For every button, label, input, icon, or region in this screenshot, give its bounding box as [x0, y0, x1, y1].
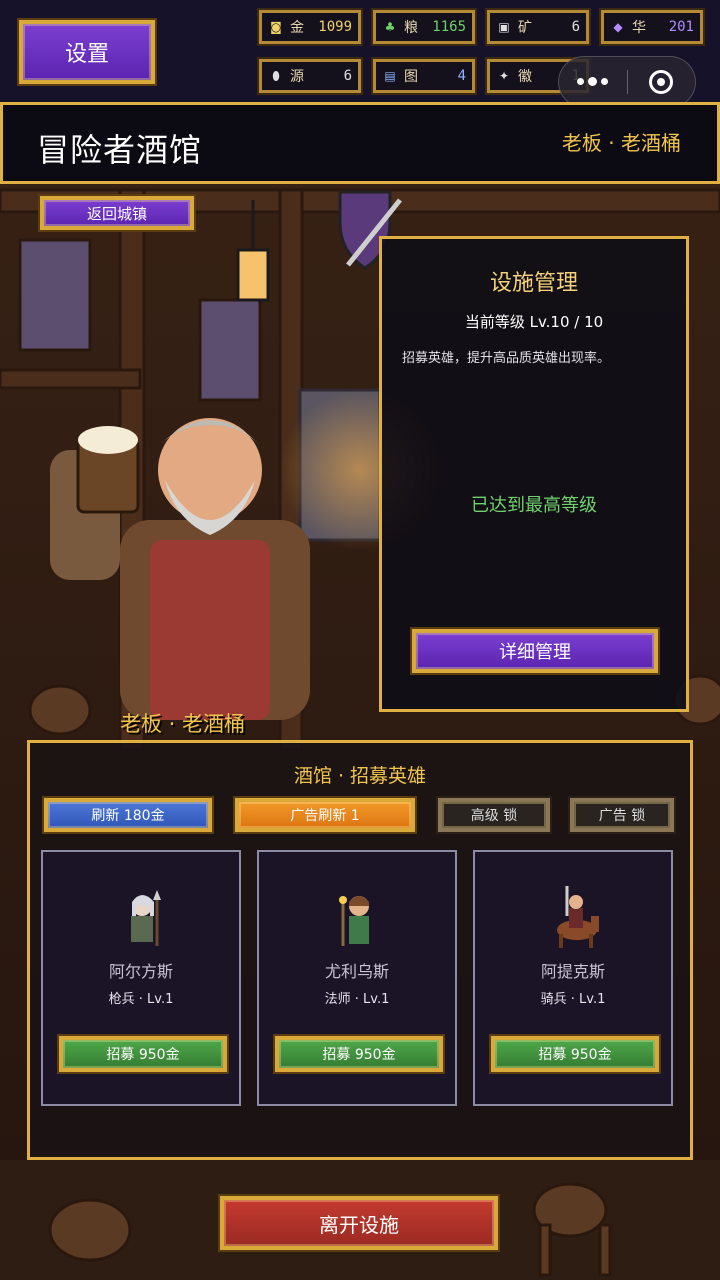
detail-manage-label: 详细管理: [499, 642, 571, 663]
resource-name: 金: [290, 20, 304, 36]
npc-name-label: 老板 · 老酒桶: [120, 712, 246, 736]
recruit-hero-button[interactable]: 招募 950金: [57, 1034, 229, 1074]
recruit-hero-label: 招募 950金: [322, 1047, 396, 1063]
leave-facility-button[interactable]: 离开设施: [218, 1194, 500, 1252]
settings-button[interactable]: 设置: [17, 18, 157, 86]
cavalry-sprite: [557, 886, 599, 948]
facility-title: 设施管理: [489, 271, 578, 296]
hero-class-level: 法师 · Lv.1: [324, 992, 390, 1007]
gold-coin-icon: ◙: [270, 20, 282, 34]
hero-class-level: 骑兵 · Lv.1: [540, 992, 606, 1007]
resource-chip-2: ▣ 矿 6: [485, 8, 591, 46]
facility-panel: 设施管理 当前等级 Lv.10 / 10 招募英雄，提升高品质英雄出现率。 已达…: [379, 236, 689, 712]
back-to-town-label: 返回城镇: [86, 204, 147, 223]
resource-value: 4: [457, 68, 466, 84]
detail-manage-button[interactable]: 详细管理: [410, 627, 660, 675]
grain-sack-icon: ♣: [384, 20, 396, 34]
hero-card: 阿提克斯 骑兵 · Lv.1 招募 950金: [473, 850, 673, 1106]
resource-value: 6: [571, 19, 580, 35]
hero-name: 阿提克斯: [540, 962, 605, 981]
recruit-title: 酒馆 · 招募英雄: [293, 765, 427, 787]
ad-refresh-label: 广告刷新 1: [290, 808, 360, 824]
resource-chip-0: ◙ 金 1099: [257, 8, 363, 46]
facility-level: 当前等级 Lv.10 / 10: [464, 313, 604, 331]
facility-description: 招募英雄，提升高品质英雄出现率。: [402, 351, 611, 366]
miniapp-capsule: [558, 56, 696, 108]
owner-label: 老板 · 老酒桶: [561, 131, 681, 155]
hero-card: 尤利乌斯 法师 · Lv.1 招募 950金: [257, 850, 457, 1106]
leave-facility-label: 离开设施: [319, 1212, 399, 1237]
ad-refresh-button[interactable]: 广告刷新 1: [233, 796, 417, 834]
recruit-hero-label: 招募 950金: [106, 1047, 180, 1063]
spearman-sprite: [131, 890, 161, 946]
resource-value: 6: [343, 68, 352, 84]
refresh-button[interactable]: 刷新 180金: [42, 796, 214, 834]
resource-chip-5: ▤ 图 4: [371, 57, 477, 95]
advanced-label: 高级 锁: [470, 808, 518, 824]
resource-name: 粮: [404, 20, 418, 36]
more-icon[interactable]: [559, 77, 627, 86]
recruit-hero-button[interactable]: 招募 950金: [273, 1034, 445, 1074]
close-miniapp-icon[interactable]: [628, 70, 696, 94]
crystal-icon: ◆: [613, 20, 623, 34]
recruit-hero-label: 招募 950金: [538, 1047, 612, 1063]
ore-icon: ▣: [498, 20, 510, 34]
advanced-recruit-button[interactable]: 高级 锁: [436, 796, 552, 834]
page-title: 冒险者酒馆: [37, 131, 203, 169]
emblem-icon: ✦: [498, 69, 510, 83]
hero-card: 阿尔方斯 枪兵 · Lv.1 招募 950金: [41, 850, 241, 1106]
resource-name: 图: [404, 69, 418, 85]
title-bar: 冒险者酒馆 老板 · 老酒桶: [0, 102, 720, 184]
max-level-text: 已达到最高等级: [471, 495, 597, 516]
refresh-label: 刷新 180金: [91, 808, 165, 824]
resource-name: 源: [290, 69, 304, 85]
resource-value: 1165: [432, 19, 466, 35]
recruit-hero-button[interactable]: 招募 950金: [489, 1034, 661, 1074]
hero-name: 阿尔方斯: [108, 962, 173, 981]
resource-name: 徽: [518, 69, 532, 85]
hero-name: 尤利乌斯: [324, 962, 389, 981]
resource-chip-1: ♣ 粮 1165: [371, 8, 477, 46]
recruit-panel: 酒馆 · 招募英雄 刷新 180金 广告刷新 1 高级 锁 广告 锁 阿尔方斯 …: [27, 740, 693, 1160]
resource-name: 华: [632, 20, 646, 36]
hero-class-level: 枪兵 · Lv.1: [108, 992, 174, 1007]
ad-label: 广告 锁: [598, 808, 646, 824]
settings-label: 设置: [64, 42, 109, 67]
source-crystal-icon: ⬮: [272, 68, 280, 83]
resource-value: 1099: [318, 19, 352, 35]
resource-name: 矿: [518, 20, 532, 36]
ad-recruit-button[interactable]: 广告 锁: [568, 796, 676, 834]
resource-chip-3: ◆ 华 201: [599, 8, 705, 46]
resource-value: 201: [668, 19, 694, 35]
resource-chip-4: ⬮ 源 6: [257, 57, 363, 95]
mage-sprite: [339, 896, 369, 946]
back-to-town-button[interactable]: 返回城镇: [38, 194, 196, 232]
map-icon: ▤: [384, 69, 396, 83]
